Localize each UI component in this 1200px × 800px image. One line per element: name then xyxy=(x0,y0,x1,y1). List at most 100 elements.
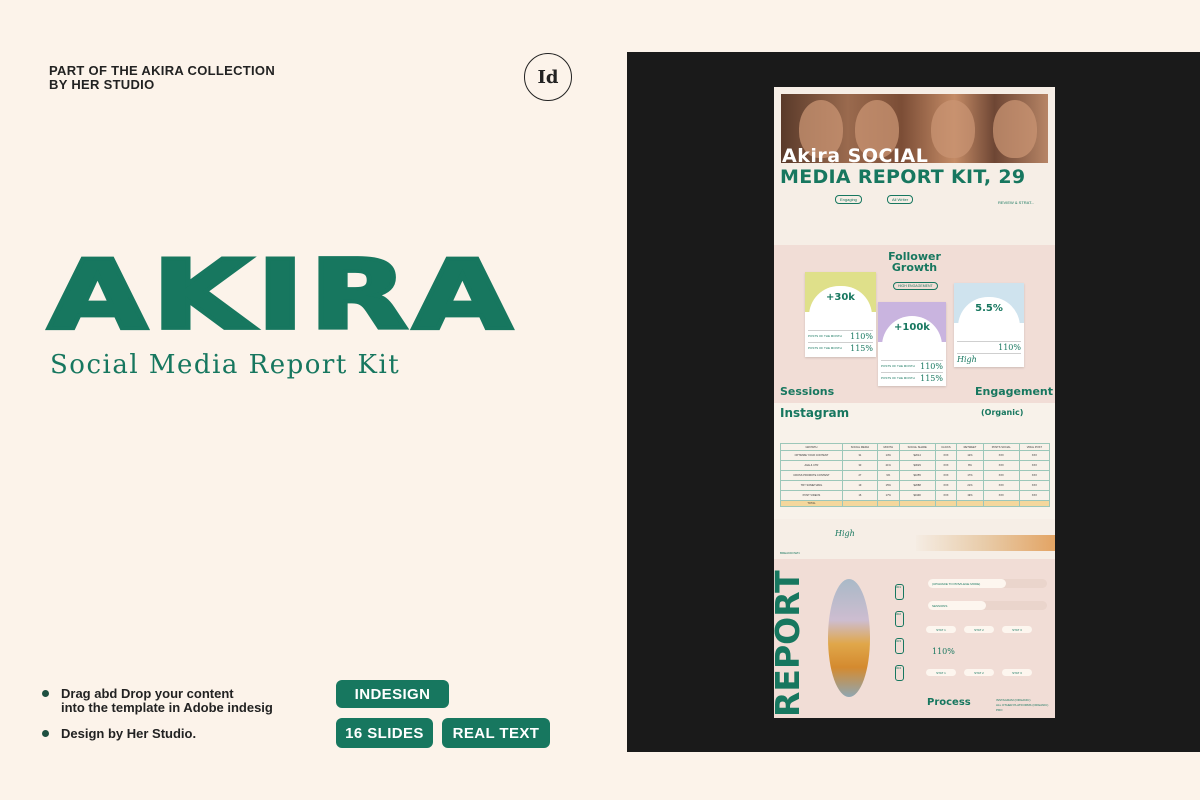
table-cell: TRY SOMETHING xyxy=(780,480,843,491)
table-header-row: GROWTH SOCIAL MEDIA MONTH SOCIAL SHARE C… xyxy=(780,443,1051,451)
card-row: High xyxy=(957,353,1021,364)
table-cell: 27 xyxy=(841,470,878,481)
progress-label: SESSIONS xyxy=(932,603,948,608)
row-label: High xyxy=(957,354,977,364)
table-cell: 16 xyxy=(841,490,878,501)
table-cell: XXX xyxy=(934,480,958,491)
engagement-pill: HIGH ENGAGEMENT xyxy=(893,282,938,290)
process-tags: INSTAGRAM (ORGANIC) ALL OTHER PLATFORMS … xyxy=(996,698,1048,713)
table-cell: XXX xyxy=(934,470,958,481)
table-cell: XXX xyxy=(934,490,958,501)
table-cell: $2014 xyxy=(898,450,936,461)
stat-card: +100k POSTS OF THE MONTH 110% POSTS OF TH… xyxy=(878,302,946,386)
side-number-label: 003 xyxy=(896,639,902,643)
row-value: 115% xyxy=(920,373,943,383)
sessions-label: Sessions xyxy=(780,385,835,398)
table-cell: 33 xyxy=(841,460,878,471)
table-header: SOCIAL MEDIA xyxy=(841,443,878,451)
table-cell: 17% xyxy=(876,490,900,501)
table-cell: 21% xyxy=(956,480,984,491)
metrics-table: GROWTH SOCIAL MEDIA MONTH SOCIAL SHARE C… xyxy=(780,443,1051,507)
document-preview: Akira SOCIAL MEDIA REPORT KIT, 29 Engagi… xyxy=(774,87,1055,718)
stat-pill: STAT 1 xyxy=(926,626,956,633)
stat-card: +30k POSTS OF THE MONTH 110% POSTS OF THE… xyxy=(805,272,876,357)
card-row: POSTS OF THE MONTH 110% xyxy=(808,330,873,341)
process-tag: PRO xyxy=(996,708,1003,712)
row-value: 110% xyxy=(920,361,943,371)
table-header: VIRAL POST xyxy=(1018,443,1051,451)
table-row: OPTIMIZE YOUR CONTENT 31 13% $2014 XXX 1… xyxy=(780,450,1051,461)
table-cell: AGE & CTR xyxy=(780,460,843,471)
feature-item: Design by Her Studio. xyxy=(42,727,196,741)
doc-title-line-2: MEDIA REPORT KIT, 29 xyxy=(780,166,1026,188)
progress-label: (UPGRADE TO PRIVILEGE MODE) xyxy=(932,581,981,586)
report-vertical-text: REPORT xyxy=(774,570,803,717)
table-cell: $3029 xyxy=(898,460,936,471)
side-number: 004 xyxy=(895,665,904,681)
instagram-page: Instagram (Organic) GROWTH SOCIAL MEDIA … xyxy=(774,403,1055,555)
table-cell: XXX xyxy=(1018,490,1051,501)
collection-line-2: BY HER STUDIO xyxy=(49,77,155,92)
model-photo xyxy=(828,579,870,697)
table-cell: $1990 xyxy=(898,490,936,501)
table-cell: XXX xyxy=(982,450,1020,461)
process-tag: ALL OTHER PLATFORMS (ORGANIC) xyxy=(996,703,1049,707)
breakdown-label: BREAKDOWN xyxy=(780,551,800,555)
card-row: POSTS OF THE MONTH 110% xyxy=(881,360,943,371)
organic-label: (Organic) xyxy=(981,408,1024,417)
table-cell: TOTAL xyxy=(780,500,843,507)
table-cell: 13% xyxy=(876,450,900,461)
gradient-panel xyxy=(916,535,1055,551)
table-cell: $2088 xyxy=(898,480,936,491)
table-cell: XXX xyxy=(1018,450,1051,461)
table-header: SOCIAL SHARE xyxy=(898,443,936,451)
doc-link: REVIEW & STRAT... xyxy=(998,200,1035,205)
table-cell: 19% xyxy=(956,490,984,501)
side-number: 003 xyxy=(895,638,904,654)
table-header: MONTH xyxy=(876,443,900,451)
card-row: POSTS OF THE MONTH 115% xyxy=(881,372,943,383)
card-value: +30k xyxy=(826,292,855,303)
row-value: 110% xyxy=(850,331,873,341)
table-cell: XXX xyxy=(934,460,958,471)
table-header: POSTS SOCIAL xyxy=(982,443,1020,451)
table-cell: XXX xyxy=(982,490,1020,501)
table-cell: 15% xyxy=(876,480,900,491)
table-cell: CROSS PROMOTE CONTENT xyxy=(780,470,843,481)
indesign-icon: Id xyxy=(524,53,572,101)
table-cell: XXX xyxy=(1018,470,1051,481)
row-label: POSTS OF THE MONTH xyxy=(808,346,842,350)
row-label: POSTS OF THE MONTH xyxy=(881,376,915,380)
table-cell: XXX xyxy=(982,480,1020,491)
follower-growth-page: Follower Growth HIGH ENGAGEMENT +30k POS… xyxy=(774,245,1055,403)
table-cell: 9% xyxy=(876,470,900,481)
tag-real-text: REAL TEXT xyxy=(442,718,550,748)
table-row: POST VIDEOS 16 17% $1990 XXX 19% XXX XXX xyxy=(780,490,1051,501)
tag-slides: 16 SLIDES xyxy=(336,718,433,748)
card-row: 110% xyxy=(957,341,1021,352)
stat-pill: STAT 1 xyxy=(926,669,956,676)
portrait-shape xyxy=(931,100,975,158)
progress-bar: SESSIONS xyxy=(928,601,1047,610)
doc-pill: All Writer xyxy=(887,195,914,204)
collection-credit: PART OF THE AKIRA COLLECTION BY HER STUD… xyxy=(49,64,275,92)
table-cell: XXX xyxy=(1018,480,1051,491)
table-cell: 19 xyxy=(841,480,878,491)
table-row: TRY SOMETHING 19 15% $2088 XXX 21% XXX X… xyxy=(780,480,1051,491)
feature-item: Drag abd Drop your content into the temp… xyxy=(42,687,273,715)
report-page: REPORT 001 002 003 004 (UPGRADE TO PRIVI… xyxy=(774,559,1055,718)
table-header: RETWEET xyxy=(956,443,984,451)
table-total-row: TOTAL xyxy=(780,500,1051,507)
side-number-label: 001 xyxy=(896,585,902,589)
side-number: 001 xyxy=(895,584,904,600)
indesign-badge-label: Id xyxy=(537,66,559,88)
table-row: AGE & CTR 33 21% $3029 XXX 8% XXX XXX xyxy=(780,460,1051,471)
progress-bar: (UPGRADE TO PRIVILEGE MODE) xyxy=(928,579,1047,588)
report-vertical-title: REPORT xyxy=(774,570,803,717)
table-cell: XXX xyxy=(1018,460,1051,471)
engagement-label: Engagement xyxy=(975,385,1053,398)
side-number-label: 002 xyxy=(896,612,902,616)
process-heading: Process xyxy=(927,697,971,708)
stat-pill: STAT 3 xyxy=(1002,626,1032,633)
stat-pill: STAT 2 xyxy=(964,669,994,676)
